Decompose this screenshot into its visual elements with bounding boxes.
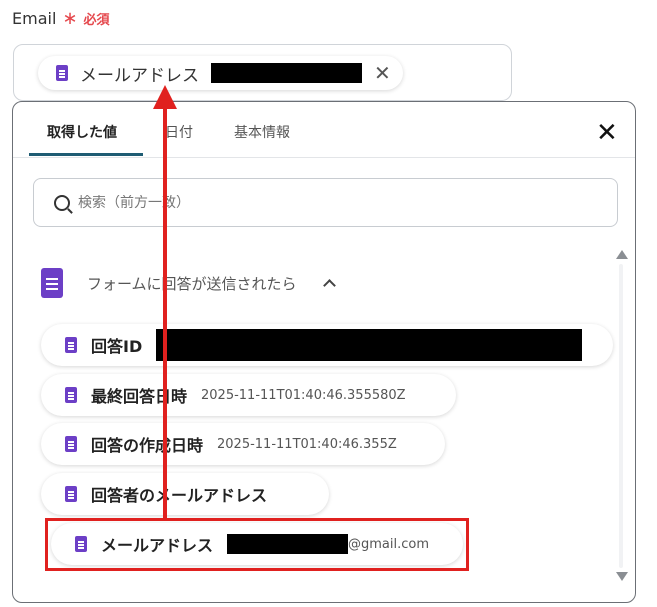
scrollbar-track[interactable] (619, 264, 623, 568)
search-box[interactable] (33, 178, 618, 227)
item-label: 回答者のメールアドレス (91, 486, 268, 505)
item-label: 最終回答日時 (91, 387, 188, 406)
item-label: 回答ID (91, 337, 143, 356)
search-icon (54, 194, 70, 211)
annotation-highlight-box (45, 518, 469, 571)
tab-date[interactable]: 日付 (165, 122, 193, 142)
redacted-block (156, 329, 583, 361)
chevron-up-icon[interactable] (322, 279, 336, 292)
redacted-block (211, 63, 362, 83)
email-input[interactable]: メールアドレス ✕ (13, 44, 512, 101)
scroll-down-icon[interactable] (616, 572, 628, 581)
list-item-respondent-email[interactable]: 回答者のメールアドレス (41, 473, 329, 515)
field-label-text: Email (12, 9, 57, 28)
close-icon[interactable]: ✕ (596, 120, 618, 146)
remove-chip-icon[interactable]: ✕ (374, 63, 391, 83)
item-label: 回答の作成日時 (91, 436, 204, 455)
tab-obtained-values[interactable]: 取得した値 (47, 122, 117, 142)
required-mark: ∗ (62, 8, 78, 29)
section-header[interactable]: フォームに回答が送信されたら (41, 268, 336, 298)
active-tab-indicator (29, 153, 143, 156)
item-value: 2025-11-11T01:40:46.355580Z (201, 387, 406, 403)
search-input[interactable] (78, 194, 558, 211)
selected-value-chip[interactable]: メールアドレス ✕ (38, 56, 403, 90)
document-icon (56, 65, 68, 81)
list-item-last-response-time[interactable]: 最終回答日時 2025-11-11T01:40:46.355580Z (41, 374, 456, 416)
item-value: 2025-11-11T01:40:46.355Z (217, 436, 397, 452)
annotation-arrow-head (153, 85, 177, 109)
tab-basic-info[interactable]: 基本情報 (234, 122, 290, 142)
document-icon (65, 436, 77, 452)
email-field-label: Email ∗ 必須 (12, 8, 110, 29)
list-item-response-id[interactable]: 回答ID (41, 324, 613, 366)
document-icon (65, 337, 77, 353)
section-title: フォームに回答が送信されたら (87, 274, 297, 293)
tab-bar: 取得した値 日付 基本情報 ✕ (13, 102, 635, 158)
list-item-response-created-time[interactable]: 回答の作成日時 2025-11-11T01:40:46.355Z (41, 423, 445, 465)
selected-chip-label: メールアドレス (80, 65, 199, 86)
form-document-icon (41, 268, 63, 298)
scroll-up-icon[interactable] (616, 250, 628, 259)
annotation-arrow-shaft (163, 104, 167, 518)
required-text: 必須 (83, 13, 110, 28)
document-icon (65, 387, 77, 403)
document-icon (65, 486, 77, 502)
